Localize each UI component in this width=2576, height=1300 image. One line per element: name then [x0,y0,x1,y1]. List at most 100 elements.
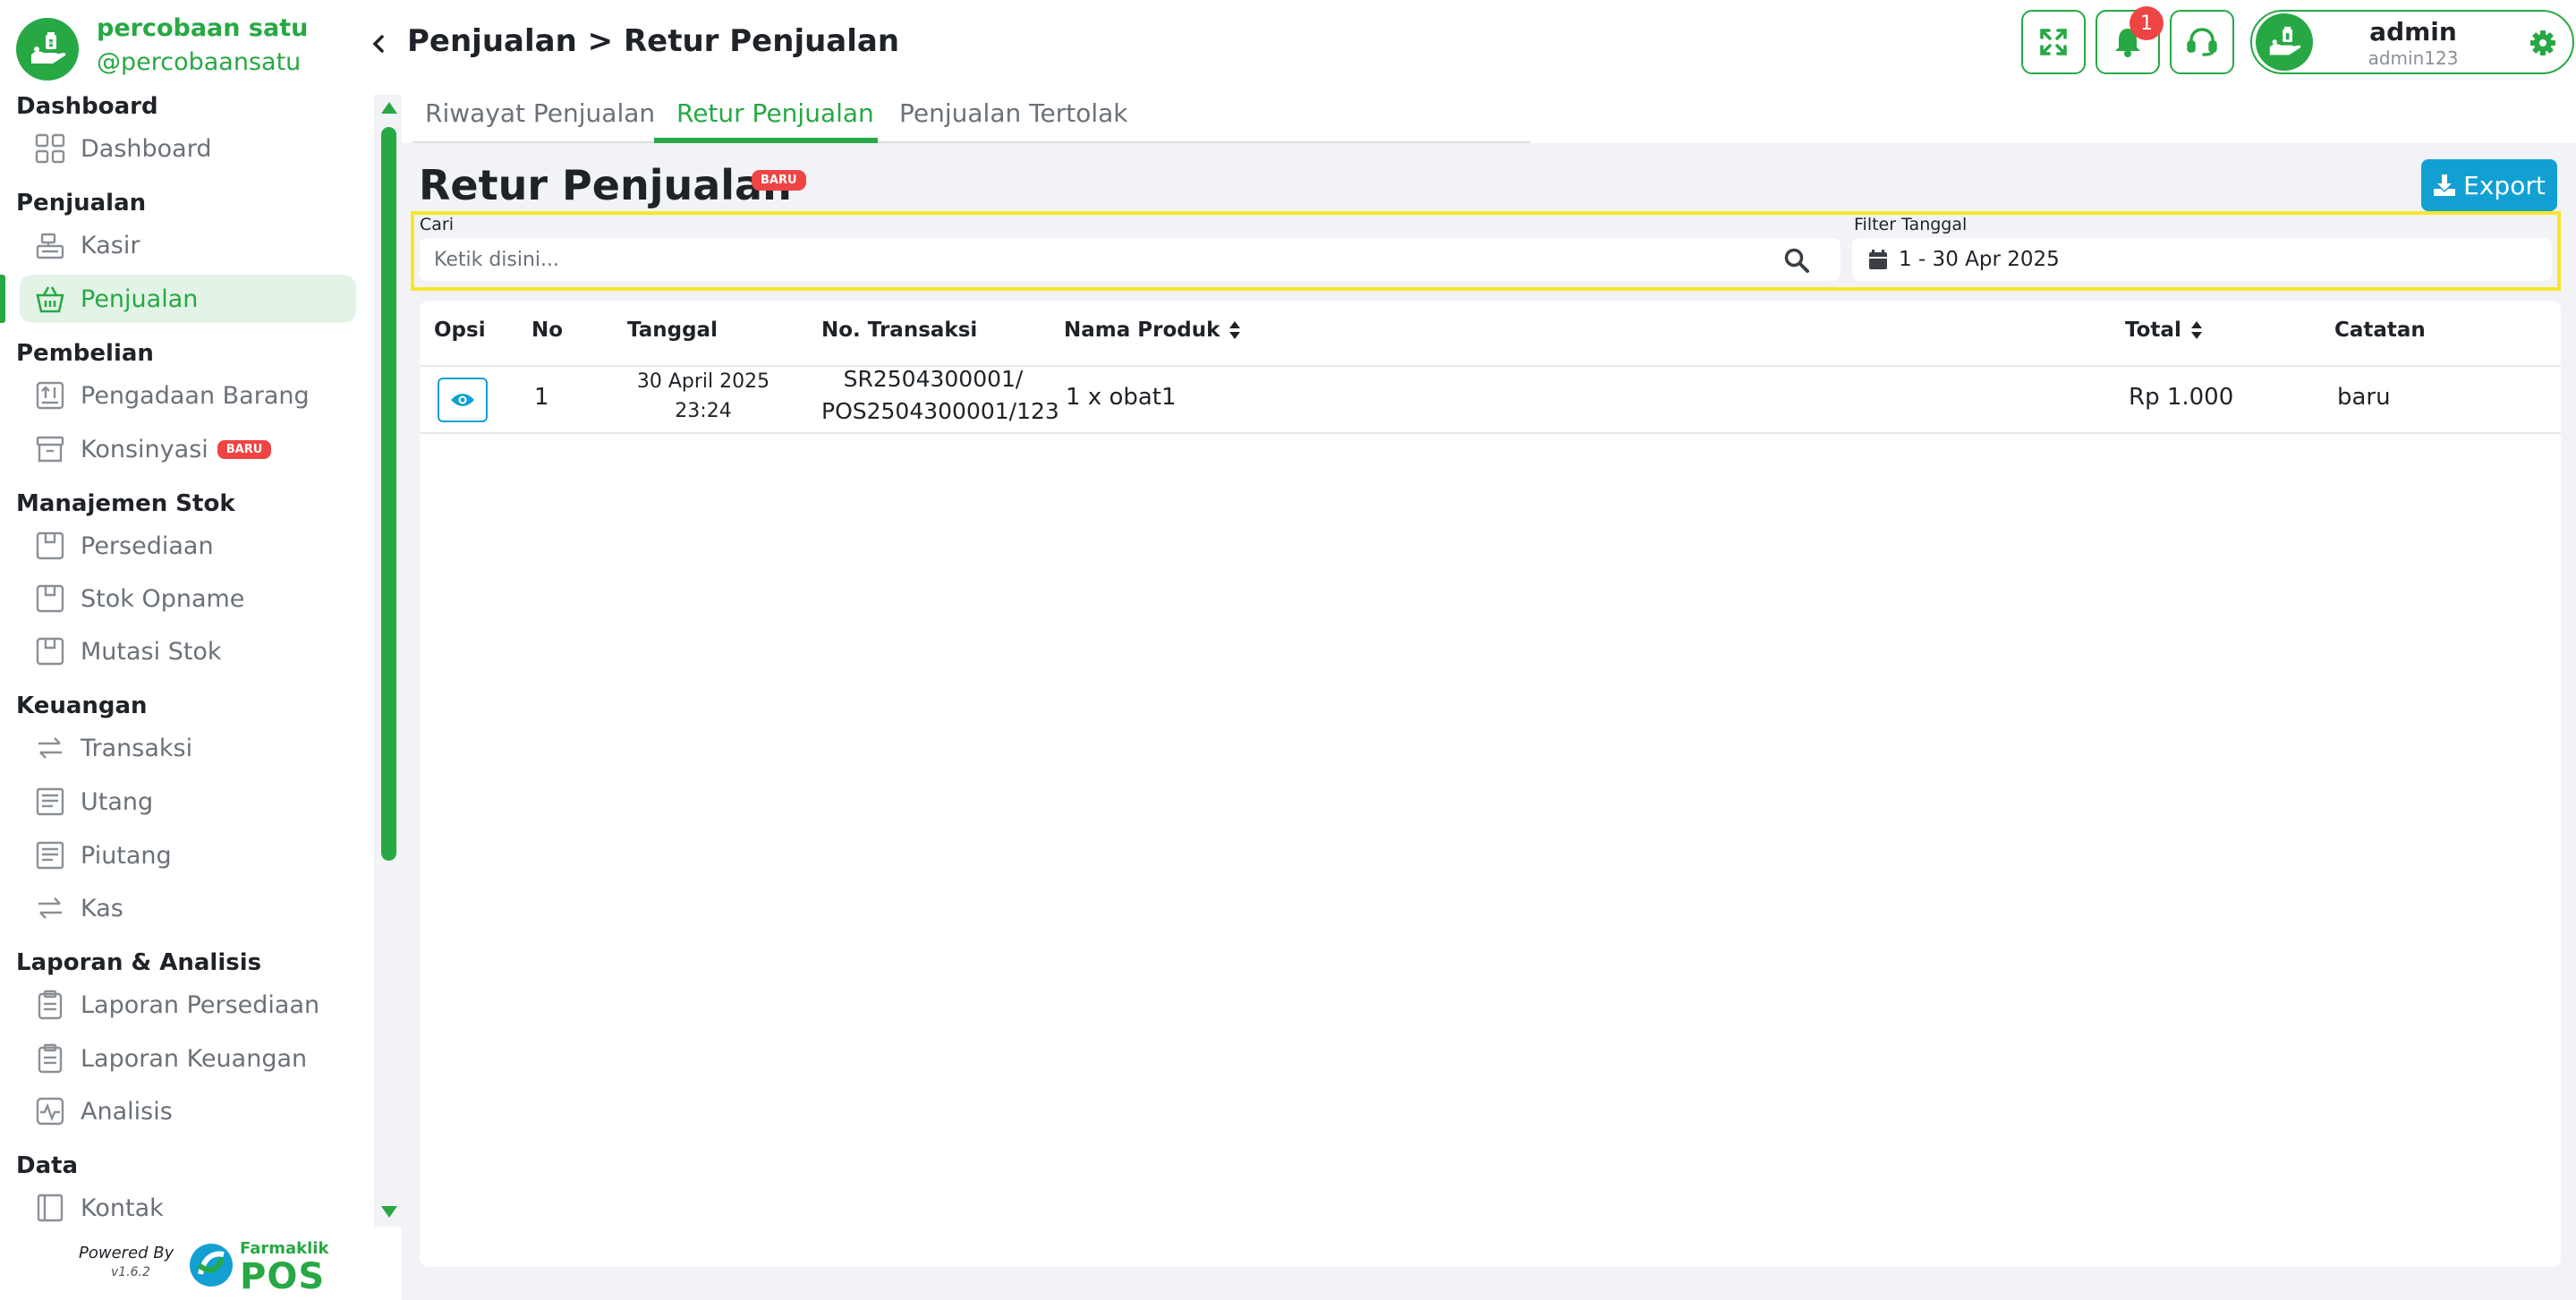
scrollbar-thumb[interactable] [381,127,396,861]
cell-tanggal: 30 April 2025 23:24 [627,367,779,426]
tab-riwayat-penjualan[interactable]: Riwayat Penjualan [425,98,655,128]
notification-button[interactable]: 1 [2096,6,2164,74]
column-header-no: No [531,319,564,342]
shopping-basket-icon [34,283,66,315]
sidebar-item-piutang[interactable]: Piutang [20,831,356,879]
receipt-icon [34,786,66,818]
sidebar-item-label: Kontak [81,1194,164,1222]
sidebar-item-label: Kasir [81,231,140,259]
scroll-down-arrow-icon[interactable] [381,1206,397,1218]
view-detail-button[interactable] [438,378,488,422]
sidebar-item-label: Utang [81,787,154,816]
active-tab-indicator [654,138,878,143]
sidebar-item-label: Konsinyasi [81,435,208,463]
section-dashboard: Dashboard [16,93,158,120]
collapse-sidebar-button[interactable] [367,32,390,55]
version-text: v1.6.2 [111,1265,150,1279]
section-penjualan: Penjualan [16,190,147,217]
sidebar-item-penjualan[interactable]: Penjualan [20,275,356,323]
sort-icon[interactable] [1228,320,1241,340]
cell-total: Rp 1.000 [2129,384,2234,411]
tab-bar: Riwayat Penjualan Retur Penjualan Penjua… [402,84,2576,143]
expand-icon [2040,29,2067,55]
store-logo-icon [2269,26,2301,55]
eye-icon [451,394,474,406]
cell-no-transaksi: SR2504300001/ POS2504300001/123 [821,363,1059,428]
sidebar-item-mutasi-stok[interactable]: Mutasi Stok [20,627,356,675]
tab-retur-penjualan[interactable]: Retur Penjualan [676,98,874,128]
sidebar-item-laporan-keuangan[interactable]: Laporan Keuangan [20,1034,356,1083]
sidebar: percobaan satu @percobaansatu Dashboard … [0,0,403,1300]
section-laporan-analisis: Laporan & Analisis [16,949,262,976]
scroll-up-arrow-icon[interactable] [381,102,397,114]
column-header-opsi: Opsi [434,319,486,342]
powered-by-text: Powered By [79,1244,174,1262]
column-header-nama-produk[interactable]: Nama Produk [1064,319,1241,342]
active-indicator [0,275,5,323]
download-icon [2434,174,2456,196]
sidebar-item-dashboard[interactable]: Dashboard [20,124,356,173]
grid-icon [34,132,66,165]
cell-time: 23:24 [675,400,732,422]
column-header-total[interactable]: Total [2125,319,2203,342]
sidebar-item-pengadaan-barang[interactable]: Pengadaan Barang [20,371,356,420]
sidebar-item-persediaan[interactable]: Persediaan [20,522,356,570]
box-icon [34,635,66,667]
calendar-icon [1869,250,1887,269]
tab-divider [412,141,1530,143]
sidebar-item-konsinyasi[interactable]: Konsinyasi BARU [20,425,356,473]
notification-count-badge: 1 [2130,6,2164,40]
pos-word-text: POS [240,1256,326,1297]
date-filter-picker[interactable]: 1 - 30 Apr 2025 [1852,238,2552,281]
cash-register-icon [34,229,66,261]
sidebar-item-label: Pengadaan Barang [81,381,310,410]
column-header-tanggal: Tanggal [627,319,718,342]
transfer-arrows-icon [34,732,66,764]
sidebar-item-label: Mutasi Stok [81,637,222,666]
sidebar-item-kasir[interactable]: Kasir [20,221,356,269]
top-header: Penjualan > Retur Penjualan 1 admin admi… [402,0,2576,84]
clipboard-icon [34,1042,66,1075]
sidebar-item-transaksi[interactable]: Transaksi [20,724,356,772]
gear-icon[interactable] [2529,30,2556,56]
column-header-label: Nama Produk [1064,319,1220,342]
sidebar-item-label: Analisis [81,1097,173,1126]
sidebar-item-kas[interactable]: Kas [20,884,356,932]
search-input[interactable] [434,245,1758,274]
cell-catatan: baru [2337,384,2391,411]
fullscreen-button[interactable] [2021,10,2086,74]
date-filter-value: 1 - 30 Apr 2025 [1899,248,2060,271]
breadcrumb: Penjualan > Retur Penjualan [407,23,900,59]
box-icon [34,530,66,562]
new-badge: BARU [217,439,272,459]
returns-table: Opsi No Tanggal No. Transaksi Nama Produ… [420,301,2561,1267]
activity-icon [34,1095,66,1127]
search-field [420,238,1841,281]
box-icon [34,582,66,615]
date-filter-label: Filter Tanggal [1854,215,1968,234]
sidebar-item-stok-opname[interactable]: Stok Opname [20,574,356,623]
sidebar-item-label: Kas [81,894,123,922]
sort-icon[interactable] [2190,320,2203,340]
store-handle: @percobaansatu [97,48,302,76]
export-button[interactable]: Export [2421,159,2557,211]
transfer-arrows-icon [34,892,66,924]
sidebar-scrollbar[interactable] [374,95,403,1227]
user-profile-menu[interactable]: admin admin123 [2250,10,2574,74]
sidebar-item-kontak[interactable]: Kontak [20,1184,356,1226]
tab-penjualan-tertolak[interactable]: Penjualan Tertolak [899,98,1127,128]
sidebar-item-utang[interactable]: Utang [20,777,356,826]
archive-box-icon [34,433,66,465]
cell-trx-line: POS2504300001/123 [821,398,1059,424]
sidebar-item-analisis[interactable]: Analisis [20,1087,356,1135]
sidebar-item-label: Penjualan [81,285,199,313]
sidebar-item-label: Laporan Persediaan [81,990,320,1019]
cell-nama-produk: 1 x obat1 [1066,384,1177,411]
receipt-icon [34,839,66,871]
search-icon[interactable] [1783,247,1810,274]
store-name: percobaan satu [97,14,309,42]
chevron-left-icon [372,35,384,53]
sidebar-item-laporan-persediaan[interactable]: Laporan Persediaan [20,981,356,1029]
support-button[interactable] [2170,10,2234,74]
contact-book-icon [34,1192,66,1224]
